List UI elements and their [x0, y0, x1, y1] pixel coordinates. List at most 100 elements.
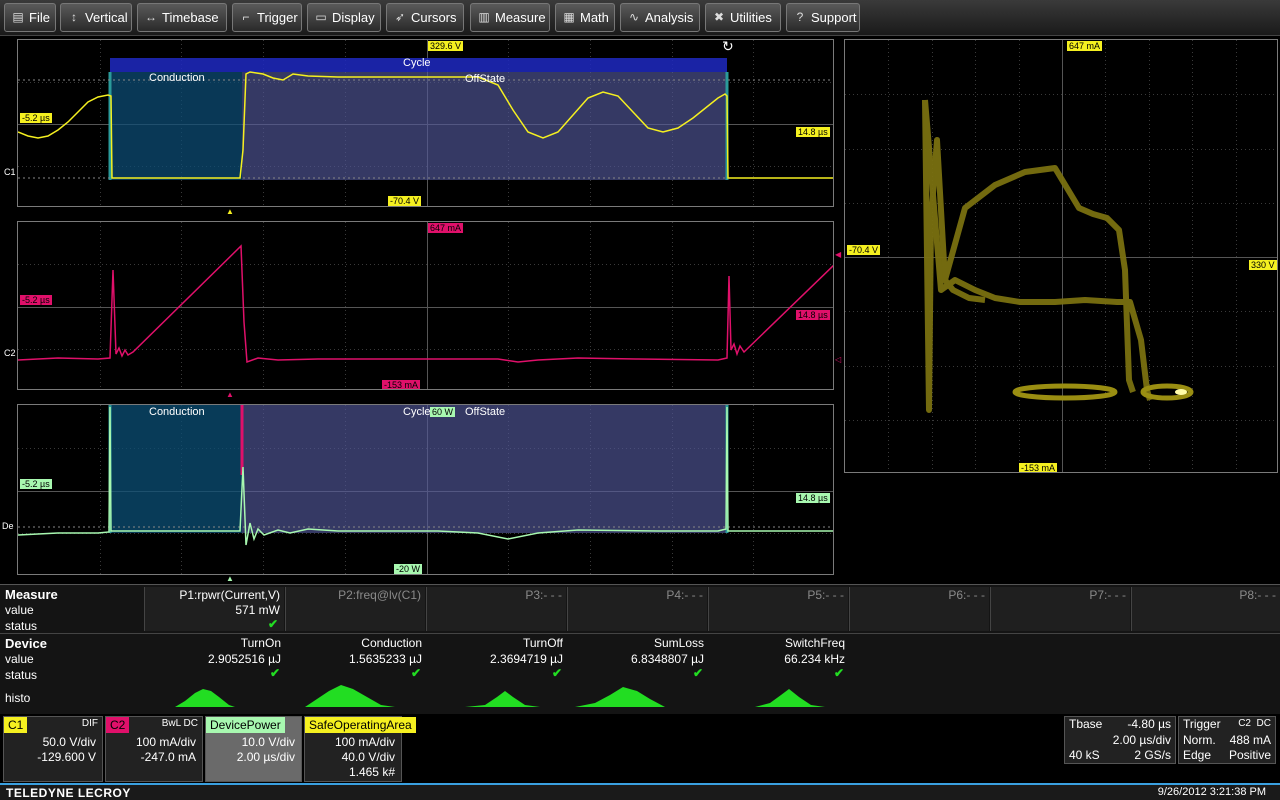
param-p6[interactable]: P6:- - -: [849, 587, 989, 631]
power-bottom-level-tag: -20 W: [394, 564, 423, 574]
menu-math-button[interactable]: ▦ Math: [555, 3, 615, 32]
menu-bar: ▤ File ↕ Vertical ↔ Timebase ⌐ Trigger ▭ Disp…: [0, 0, 1280, 36]
trigger-type: Edge: [1183, 748, 1212, 762]
grid-device-power-canvas: [18, 405, 833, 574]
trigger-level: 488 mA: [1229, 733, 1271, 747]
device-histo-label: histo: [5, 691, 31, 705]
power-channel-marker: De: [2, 521, 14, 531]
measure-table: Measure value status P1:rpwr(Current,V) …: [0, 584, 1280, 714]
param-p7-name: P7:- - -: [1089, 588, 1126, 602]
histo-sumloss: [575, 687, 665, 707]
menu-utilities-button[interactable]: ✖ Utilities: [705, 3, 781, 32]
c1-descriptor-name: C1: [4, 717, 28, 733]
param-p1[interactable]: P1:rpwr(Current,V) 571 mW ✔: [144, 587, 284, 631]
soa-descriptor[interactable]: SafeOperatingArea 100 mA/div 40.0 V/div …: [304, 716, 416, 782]
device-title: Device: [5, 636, 47, 651]
c2-amps-per-div: 100 mA/div: [135, 735, 196, 749]
soa-descriptor-name: SafeOperatingArea: [305, 717, 416, 733]
power-left-time-tag: -5.2 µs: [20, 479, 52, 489]
grid-safe-operating-area[interactable]: 647 mA -153 mA -70.4 V 330 V: [844, 39, 1278, 473]
c1-top-level-tag: 329.6 V: [428, 41, 464, 51]
param-p3[interactable]: P3:- - -: [426, 587, 566, 631]
device-col-switchfreq[interactable]: SwitchFreq: [785, 636, 845, 650]
histo-turnon: [145, 689, 235, 707]
c2-channel-marker: C2: [4, 348, 16, 358]
device-power-descriptor[interactable]: DevicePower 10.0 V/div 2.00 µs/div: [205, 716, 302, 782]
menu-display-button[interactable]: ▭ Display: [307, 3, 381, 32]
menu-vertical-button[interactable]: ↕ Vertical: [60, 3, 132, 32]
measure-value-label: value: [5, 603, 34, 617]
param-p4-name: P4:- - -: [666, 588, 703, 602]
param-p5[interactable]: P5:- - -: [708, 587, 848, 631]
menu-timebase-button[interactable]: ↔ Timebase: [137, 3, 227, 32]
power-cycle-label: Cycle: [403, 406, 431, 418]
rotate-icon[interactable]: ↻: [722, 40, 734, 55]
device-power-descriptor-name: DevicePower: [206, 717, 285, 733]
soa-y-scale: 100 mA/div: [334, 735, 395, 749]
device-col-turnon[interactable]: TurnOn: [241, 636, 281, 650]
grid-device-power[interactable]: 60 W -20 W -5.2 µs 14.8 µs Cycle Conduct…: [17, 404, 834, 575]
device-col-sumloss[interactable]: SumLoss: [654, 636, 704, 650]
display-icon: ▭: [315, 10, 327, 24]
measure-divider: [0, 633, 1280, 634]
trigger-descriptor[interactable]: Trigger C2 DC Norm. 488 mA Edge Positive: [1178, 716, 1276, 764]
power-conduction-label: Conduction: [149, 406, 205, 418]
timebase-descriptor[interactable]: Tbase -4.80 µs 2.00 µs/div 40 kS 2 GS/s: [1064, 716, 1176, 764]
param-p8[interactable]: P8:- - -: [1131, 587, 1280, 631]
c1-descriptor[interactable]: C1 DIF 50.0 V/div -129.600 V: [3, 716, 103, 782]
histo-switchfreq: [755, 689, 825, 707]
menu-support-button[interactable]: ? Support: [786, 3, 860, 32]
xy-left-level-tag: -70.4 V: [847, 245, 881, 255]
soa-x-scale: 40.0 V/div: [341, 750, 395, 764]
xy-right-level-tag: 330 V: [1249, 260, 1277, 270]
menu-measure-button[interactable]: ▥ Measure: [470, 3, 550, 32]
power-offstate-label: OffState: [465, 406, 506, 418]
vertical-icon: ↕: [71, 10, 77, 24]
histo-turnoff: [465, 691, 540, 707]
timebase-title: Tbase: [1069, 717, 1103, 731]
c2-offset-marker-icon: ◀: [835, 250, 842, 259]
timebase-per-div: 2.00 µs/div: [1112, 733, 1171, 747]
timebase-offset: -4.80 µs: [1127, 717, 1171, 731]
device-status-sumloss-icon: ✔: [693, 666, 704, 680]
support-icon: ?: [796, 10, 804, 24]
c2-level-marker-icon: ◁: [835, 355, 842, 364]
menu-trigger-button[interactable]: ⌐ Trigger: [232, 3, 302, 32]
measure-status-label: status: [5, 619, 38, 633]
param-p2[interactable]: P2:freq@lv(C1): [285, 587, 425, 631]
device-status-switchfreq-icon: ✔: [834, 666, 845, 680]
date-time: 9/26/2012 3:21:38 PM: [1157, 786, 1266, 798]
device-val-switchfreq: 66.234 kHz: [784, 652, 845, 666]
menu-cursors-button[interactable]: ➶ Cursors: [386, 3, 464, 32]
menu-analysis-button[interactable]: ∿ Analysis: [620, 3, 700, 32]
device-power-timebase: 2.00 µs/div: [236, 750, 295, 764]
power-trigger-marker-icon: ▲: [226, 574, 234, 583]
xy-bottom-level-tag: -153 mA: [1019, 463, 1058, 473]
brand-logo: TELEDYNE LECROY: [6, 786, 131, 800]
c1-left-time-tag: -5.2 µs: [20, 113, 52, 123]
param-p7[interactable]: P7:- - -: [990, 587, 1130, 631]
grid-c1[interactable]: 329.6 V -70.4 V -5.2 µs 14.8 µs Cycle Co…: [17, 39, 834, 207]
grid-c2[interactable]: 647 mA -153 mA -5.2 µs 14.8 µs: [17, 221, 834, 390]
power-right-time-tag: 14.8 µs: [796, 493, 830, 503]
param-p6-name: P6:- - -: [948, 588, 985, 602]
c2-bottom-level-tag: -153 mA: [382, 380, 421, 390]
menu-file-button[interactable]: ▤ File: [4, 3, 56, 32]
c2-descriptor[interactable]: C2 BwL DC 100 mA/div -247.0 mA: [105, 716, 203, 782]
c2-top-level-tag: 647 mA: [428, 223, 464, 233]
device-col-conduction[interactable]: Conduction: [361, 636, 422, 650]
device-col-turnoff[interactable]: TurnOff: [523, 636, 563, 650]
c1-descriptor-coupling: DIF: [81, 718, 98, 729]
device-val-turnoff: 2.3694719 µJ: [490, 652, 563, 666]
soa-count: 1.465 k#: [348, 765, 395, 779]
param-p1-value: 571 mW: [235, 603, 280, 617]
c2-left-time-tag: -5.2 µs: [20, 295, 52, 305]
c1-conduction-label: Conduction: [149, 72, 205, 84]
param-p4[interactable]: P4:- - -: [567, 587, 707, 631]
c2-right-time-tag: 14.8 µs: [796, 310, 830, 320]
param-p8-name: P8:- - -: [1239, 588, 1276, 602]
device-status-conduction-icon: ✔: [411, 666, 422, 680]
c1-trigger-marker-icon: ▲: [226, 207, 234, 216]
trigger-mode: Norm.: [1183, 733, 1216, 747]
trigger-icon: ⌐: [242, 10, 250, 24]
